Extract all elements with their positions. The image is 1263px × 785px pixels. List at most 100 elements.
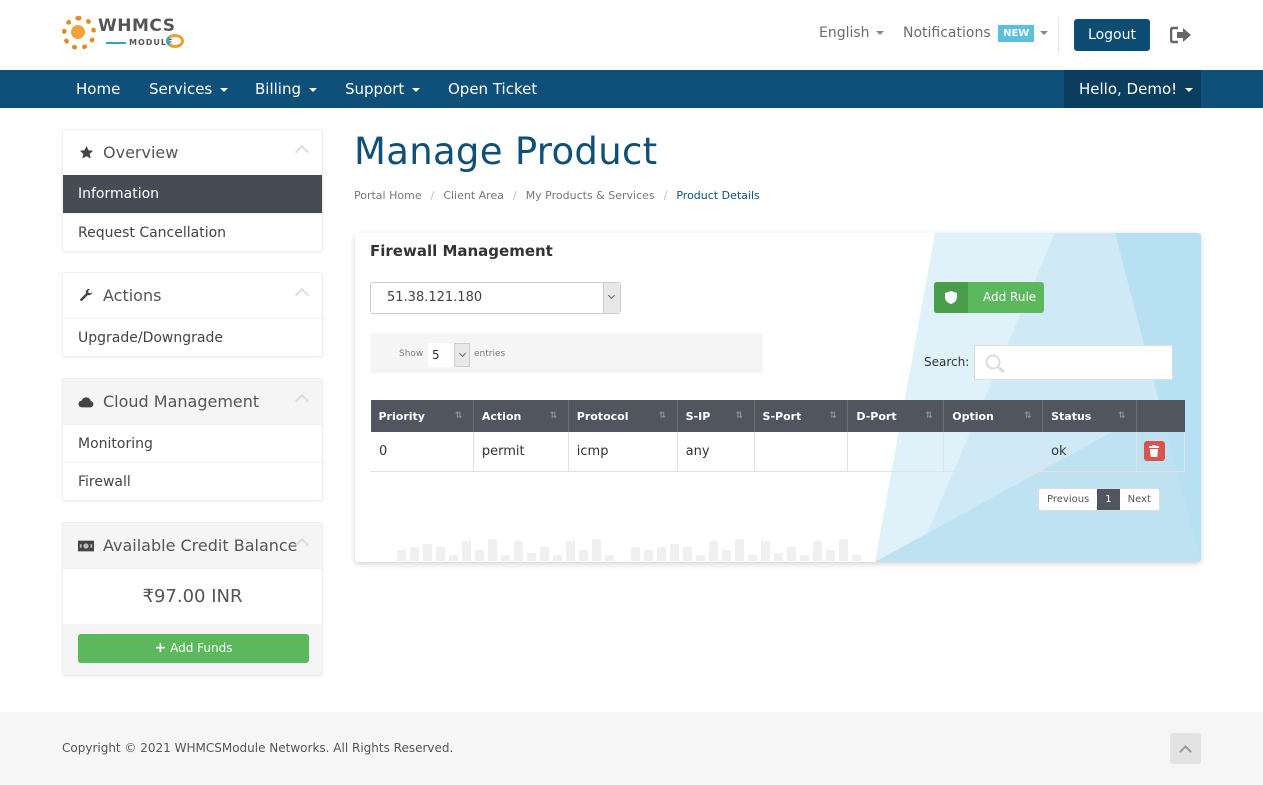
cloud-icon bbox=[78, 394, 94, 410]
add-funds-button[interactable]: + Add Funds bbox=[78, 634, 309, 663]
column-header-priority[interactable]: Priority ⇅ bbox=[370, 400, 474, 432]
nav-services[interactable]: Services bbox=[149, 70, 229, 108]
chevron-up-icon[interactable] bbox=[294, 393, 310, 409]
logout-button[interactable]: Logout bbox=[1074, 19, 1150, 51]
panel-title-credit-balance: Available Credit Balance bbox=[103, 536, 298, 555]
sidebar-item-request-cancellation[interactable]: Request Cancellation bbox=[63, 213, 322, 251]
skyline-bar bbox=[813, 541, 822, 561]
search-icon bbox=[985, 354, 1009, 378]
skyline-bar bbox=[631, 547, 640, 561]
cell-status: ok bbox=[1042, 432, 1137, 472]
caret-down-icon bbox=[309, 87, 317, 92]
column-label: Priority bbox=[378, 409, 425, 423]
logo-swirl-decoration bbox=[166, 34, 184, 48]
trash-icon bbox=[1149, 445, 1160, 458]
skyline-bar bbox=[553, 555, 562, 561]
breadcrumb-portal-home[interactable]: Portal Home bbox=[354, 189, 422, 202]
skyline-bar bbox=[423, 544, 432, 561]
cell-option bbox=[943, 432, 1044, 472]
skyline-bar bbox=[540, 547, 549, 561]
skyline-bar bbox=[644, 550, 653, 561]
caret-down-icon bbox=[1040, 31, 1049, 35]
column-header-status[interactable]: Status ⇅ bbox=[1042, 400, 1137, 432]
skyline-bar bbox=[683, 547, 692, 561]
sort-icon: ⇅ bbox=[1117, 411, 1126, 421]
pagination-page-current[interactable]: 1 bbox=[1097, 489, 1120, 510]
sidebar-panel-actions: Actions Upgrade/Downgrade bbox=[62, 272, 323, 357]
copyright-text: Copyright © 2021 WHMCSModule Networks. A… bbox=[62, 741, 454, 755]
back-to-top-button[interactable] bbox=[1170, 733, 1201, 764]
money-icon bbox=[78, 538, 94, 554]
panel-title-actions: Actions bbox=[103, 286, 162, 305]
credit-balance-value: ₹97.00 INR bbox=[63, 568, 322, 624]
sort-icon: ⇅ bbox=[549, 411, 558, 421]
chevron-up-icon[interactable] bbox=[294, 287, 310, 303]
cell-delete bbox=[1136, 432, 1186, 472]
table-header-row: Priority ⇅ Action ⇅ Protocol ⇅ S-IP ⇅ S-Port… bbox=[370, 400, 1185, 432]
show-label: Show bbox=[399, 349, 424, 359]
sidebar-item-information[interactable]: Information bbox=[63, 175, 322, 213]
chevron-down-icon bbox=[454, 343, 470, 367]
sidebar-item-monitoring[interactable]: Monitoring bbox=[63, 424, 322, 462]
notifications-dropdown[interactable]: Notifications NEW bbox=[903, 25, 1049, 42]
panel-header-overview[interactable]: Overview bbox=[63, 130, 322, 175]
sidebar-item-upgrade-downgrade[interactable]: Upgrade/Downgrade bbox=[63, 318, 322, 356]
skyline-bar bbox=[592, 539, 601, 561]
sidebar-item-firewall[interactable]: Firewall bbox=[63, 462, 322, 500]
panel-header-actions[interactable]: Actions bbox=[63, 273, 322, 318]
nav-billing[interactable]: Billing bbox=[255, 70, 317, 108]
chevron-down-icon bbox=[603, 283, 620, 313]
panel-header-credit-balance[interactable]: Available Credit Balance bbox=[63, 523, 322, 568]
skyline-bar bbox=[787, 547, 796, 561]
cell-action: permit bbox=[473, 432, 569, 472]
column-header-protocol[interactable]: Protocol ⇅ bbox=[568, 400, 678, 432]
user-menu-dropdown[interactable]: Hello, Demo! bbox=[1064, 70, 1201, 108]
sign-out-icon[interactable] bbox=[1169, 26, 1192, 44]
pagination-previous[interactable]: Previous bbox=[1039, 489, 1097, 510]
nav-home[interactable]: Home bbox=[76, 70, 120, 108]
search-label: Search: bbox=[924, 355, 970, 369]
sidebar-panel-overview: Overview Information Request Cancellatio… bbox=[62, 129, 323, 252]
skyline-decoration bbox=[397, 539, 861, 561]
column-label: Action bbox=[481, 409, 522, 423]
logo-text-main: WHMCS bbox=[98, 16, 176, 36]
nav-support[interactable]: Support bbox=[345, 70, 421, 108]
skyline-bar bbox=[488, 539, 497, 561]
column-header-s-ip[interactable]: S-IP ⇅ bbox=[677, 400, 755, 432]
chevron-up-icon[interactable] bbox=[294, 144, 310, 160]
cell-d-port bbox=[847, 432, 945, 472]
pagination-next[interactable]: Next bbox=[1120, 489, 1159, 510]
notifications-new-badge: NEW bbox=[998, 25, 1035, 42]
skyline-bar bbox=[826, 550, 835, 561]
nav-support-label: Support bbox=[345, 80, 405, 98]
column-header-action[interactable]: Action ⇅ bbox=[473, 400, 569, 432]
whmcs-module-logo[interactable]: WHMCS MODULE bbox=[62, 14, 187, 56]
entries-per-page-select[interactable]: 5 bbox=[428, 343, 470, 367]
skyline-bar bbox=[436, 547, 445, 561]
language-dropdown[interactable]: English bbox=[819, 25, 884, 41]
breadcrumb-separator: / bbox=[512, 189, 517, 202]
top-header: WHMCS MODULE English Notifications NEW L… bbox=[0, 0, 1263, 70]
column-label: Protocol bbox=[576, 409, 629, 423]
nav-open-ticket[interactable]: Open Ticket bbox=[448, 70, 537, 108]
column-label: S-IP bbox=[685, 409, 711, 423]
plus-icon: + bbox=[154, 640, 167, 656]
credit-balance-footer: + Add Funds bbox=[63, 624, 322, 675]
sidebar-panel-credit-balance: Available Credit Balance ₹97.00 INR + Ad… bbox=[62, 522, 323, 676]
language-label: English bbox=[819, 25, 870, 41]
column-header-s-port[interactable]: S-Port ⇅ bbox=[754, 400, 849, 432]
ip-address-select[interactable]: 51.38.121.180 bbox=[370, 282, 621, 314]
panel-header-cloud-management[interactable]: Cloud Management bbox=[63, 379, 322, 424]
breadcrumb-client-area[interactable]: Client Area bbox=[443, 189, 504, 202]
add-rule-button[interactable]: Add Rule bbox=[934, 282, 1044, 313]
delete-rule-button[interactable] bbox=[1143, 441, 1165, 462]
skyline-bar bbox=[501, 555, 510, 561]
column-header-option[interactable]: Option ⇅ bbox=[943, 400, 1044, 432]
skyline-bar bbox=[748, 555, 757, 561]
breadcrumb-my-products[interactable]: My Products & Services bbox=[526, 189, 655, 202]
column-header-d-port[interactable]: D-Port ⇅ bbox=[847, 400, 945, 432]
skyline-bar bbox=[475, 550, 484, 561]
search-input[interactable] bbox=[974, 345, 1173, 380]
panel-title-overview: Overview bbox=[103, 143, 179, 162]
main-navbar: Home Services Billing Support Open Ticke… bbox=[0, 70, 1263, 108]
